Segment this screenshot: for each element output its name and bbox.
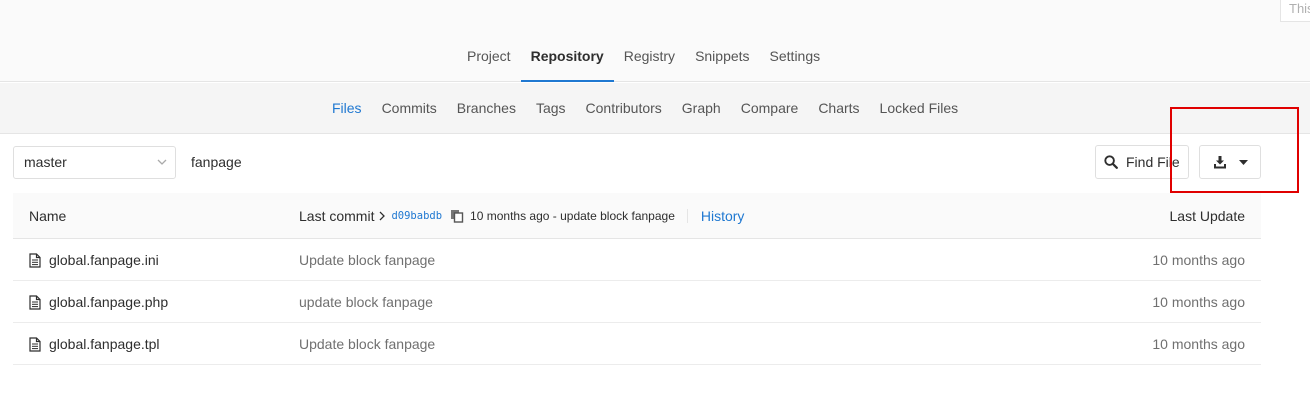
table-row: global.fanpage.php update block fanpage … — [13, 281, 1261, 323]
commit-message-link[interactable]: Update block fanpage — [299, 239, 435, 281]
branch-select-value: master — [24, 154, 67, 170]
repository-subnav: Files Commits Branches Tags Contributors… — [0, 83, 1310, 134]
commit-time: 10 months ago — [1152, 252, 1245, 268]
nav-repository[interactable]: Repository — [520, 36, 614, 82]
file-link[interactable]: global.fanpage.php — [29, 281, 168, 323]
subnav-charts[interactable]: Charts — [808, 83, 869, 134]
header-last-update: Last Update — [1169, 208, 1246, 224]
table-row: global.fanpage.ini Update block fanpage … — [13, 239, 1261, 281]
chevron-down-icon — [157, 147, 167, 191]
file-icon — [29, 294, 41, 310]
header-name: Name — [29, 208, 67, 224]
commit-time: 10 months ago — [1152, 294, 1245, 310]
breadcrumb-path[interactable]: fanpage — [191, 146, 242, 179]
file-name: global.fanpage.ini — [49, 252, 159, 268]
subnav-files[interactable]: Files — [322, 83, 372, 134]
branch-select[interactable]: master — [13, 146, 176, 179]
nav-snippets[interactable]: Snippets — [685, 36, 759, 82]
nav-project[interactable]: Project — [457, 36, 521, 82]
corner-hint: This — [1280, 0, 1310, 22]
file-name: global.fanpage.php — [49, 294, 169, 310]
history-link[interactable]: History — [701, 208, 745, 224]
table-row: global.fanpage.tpl Update block fanpage … — [13, 323, 1261, 365]
subnav-graph[interactable]: Graph — [672, 83, 731, 134]
commit-time: 10 months ago — [1152, 336, 1245, 352]
file-tree-table: Name Last commit d09babdb 10 months ago … — [13, 193, 1261, 365]
subnav-items: Files Commits Branches Tags Contributors… — [322, 83, 968, 134]
nav-registry[interactable]: Registry — [614, 36, 685, 82]
header-divider — [686, 209, 688, 223]
commit-message-link[interactable]: update block fanpage — [299, 281, 433, 323]
search-icon — [1104, 155, 1118, 169]
table-header: Name Last commit d09babdb 10 months ago … — [13, 193, 1261, 239]
download-icon — [1213, 156, 1226, 169]
last-commit-message: 10 months ago - update block fanpage — [470, 209, 675, 223]
caret-down-icon — [1238, 159, 1248, 165]
project-nav: Project Repository Registry Snippets Set… — [457, 36, 830, 82]
subnav-tags[interactable]: Tags — [526, 83, 576, 134]
commit-message-link[interactable]: Update block fanpage — [299, 323, 435, 365]
find-file-button[interactable]: Find File — [1095, 145, 1189, 179]
commit-sha-link[interactable]: d09babdb — [391, 210, 442, 222]
subnav-commits[interactable]: Commits — [372, 83, 447, 134]
top-header: This Project Repository Registry Snippet… — [0, 0, 1310, 82]
find-file-label: Find File — [1126, 154, 1180, 170]
subnav-compare[interactable]: Compare — [731, 83, 809, 134]
file-icon — [29, 252, 41, 268]
subnav-branches[interactable]: Branches — [447, 83, 526, 134]
subnav-contributors[interactable]: Contributors — [576, 83, 672, 134]
file-name: global.fanpage.tpl — [49, 336, 160, 352]
nav-settings[interactable]: Settings — [760, 36, 831, 82]
download-dropdown-button[interactable] — [1199, 145, 1261, 179]
copy-sha-icon[interactable] — [450, 209, 464, 223]
file-icon — [29, 336, 41, 352]
file-link[interactable]: global.fanpage.tpl — [29, 323, 160, 365]
chevron-right-icon — [380, 211, 386, 221]
header-last-commit-label: Last commit — [299, 208, 375, 224]
subnav-locked-files[interactable]: Locked Files — [870, 83, 969, 134]
file-link[interactable]: global.fanpage.ini — [29, 239, 159, 281]
header-last-commit: Last commit d09babdb 10 months ago - upd… — [299, 193, 744, 239]
